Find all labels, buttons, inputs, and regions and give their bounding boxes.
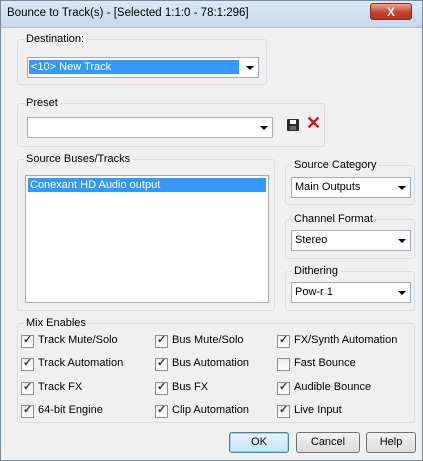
chevron-down-icon <box>398 186 406 190</box>
checkmark-icon: ✓ <box>279 381 289 393</box>
destination-label: Destination: <box>24 33 87 45</box>
checkbox-label: Fast Bounce <box>294 357 356 369</box>
checkbox-box[interactable]: ✓ <box>155 404 168 418</box>
dithering-value: Pow-r 1 <box>295 286 333 298</box>
checkmark-icon: ✓ <box>157 404 167 416</box>
checkbox-label: Bus FX <box>172 381 209 393</box>
checkmark-icon: ✓ <box>23 334 33 346</box>
bounce-dialog: Bounce to Track(s) - [Selected 1:1:0 - 7… <box>0 0 423 461</box>
checkbox-label: FX/Synth Automation <box>294 334 398 346</box>
checkbox-label: Track Automation <box>38 357 124 369</box>
preset-label: Preset <box>24 97 60 109</box>
checkmark-icon: ✓ <box>157 334 167 346</box>
checkmark-icon: ✓ <box>157 381 167 393</box>
dialog-body: Destination: <10> New Track Preset ✕ Sou… <box>7 29 417 455</box>
checkbox-box[interactable]: ✓ <box>277 404 290 418</box>
close-button[interactable]: X <box>370 3 412 20</box>
chevron-down-icon <box>398 239 406 243</box>
checkbox-label: Clip Automation <box>172 404 250 416</box>
preset-dropdown[interactable] <box>27 117 273 138</box>
checkmark-icon: ✓ <box>157 357 167 369</box>
checkmark-icon: ✓ <box>279 404 289 416</box>
checkbox-box[interactable]: ✓ <box>277 381 290 395</box>
ok-button[interactable]: OK <box>229 432 289 453</box>
window-title: Bounce to Track(s) - [Selected 1:1:0 - 7… <box>7 7 249 19</box>
destination-dropdown[interactable]: <10> New Track <box>27 57 259 78</box>
checkbox-label: Bus Automation <box>172 357 250 369</box>
checkbox-box[interactable]: ✓ <box>155 381 168 395</box>
checkbox-box[interactable]: ✓ <box>155 334 168 348</box>
channel-format-dropdown[interactable]: Stereo <box>291 230 411 251</box>
destination-value: <10> New Track <box>29 60 239 74</box>
chevron-down-icon <box>246 66 254 70</box>
source-category-value: Main Outputs <box>295 181 361 193</box>
checkbox-box[interactable]: ✓ <box>21 357 34 371</box>
mix-enables-label: Mix Enables <box>24 317 88 329</box>
source-category-label: Source Category <box>292 159 379 171</box>
title-bar[interactable]: Bounce to Track(s) - [Selected 1:1:0 - 7… <box>1 1 422 28</box>
checkbox-box[interactable]: ✓ <box>277 334 290 348</box>
source-category-dropdown[interactable]: Main Outputs <box>291 177 411 198</box>
checkbox-box[interactable]: ✓ <box>21 334 34 348</box>
checkbox-label: Bus Mute/Solo <box>172 334 244 346</box>
list-item[interactable]: Conexant HD Audio output <box>28 178 266 192</box>
help-button[interactable]: Help <box>366 432 416 453</box>
cancel-button[interactable]: Cancel <box>296 432 360 453</box>
checkmark-icon: ✓ <box>23 381 33 393</box>
checkmark-icon: ✓ <box>23 357 33 369</box>
checkbox-box[interactable]: ✓ <box>155 357 168 371</box>
checkbox-label: Audible Bounce <box>294 381 372 393</box>
save-icon[interactable] <box>287 119 299 131</box>
checkbox-label: 64-bit Engine <box>38 404 103 416</box>
channel-format-label: Channel Format <box>292 213 375 225</box>
checkbox-label: Track Mute/Solo <box>38 334 118 346</box>
delete-icon[interactable]: ✕ <box>306 114 321 132</box>
source-tracks-list[interactable]: Conexant HD Audio output <box>25 175 269 303</box>
checkbox-box[interactable]: ✓ <box>21 404 34 418</box>
channel-format-value: Stereo <box>295 234 328 246</box>
checkbox-box[interactable]: ✓ <box>21 381 34 395</box>
close-icon: X <box>386 5 395 19</box>
chevron-down-icon <box>398 291 406 295</box>
source-tracks-label: Source Buses/Tracks <box>24 153 133 165</box>
checkbox-label: Live Input <box>294 404 342 416</box>
dithering-label: Dithering <box>292 265 341 277</box>
chevron-down-icon <box>260 126 268 130</box>
checkmark-icon: ✓ <box>23 404 33 416</box>
checkbox-label: Track FX <box>38 381 83 393</box>
dithering-dropdown[interactable]: Pow-r 1 <box>291 282 411 303</box>
checkmark-icon: ✓ <box>279 334 289 346</box>
checkbox-box[interactable] <box>277 358 290 371</box>
